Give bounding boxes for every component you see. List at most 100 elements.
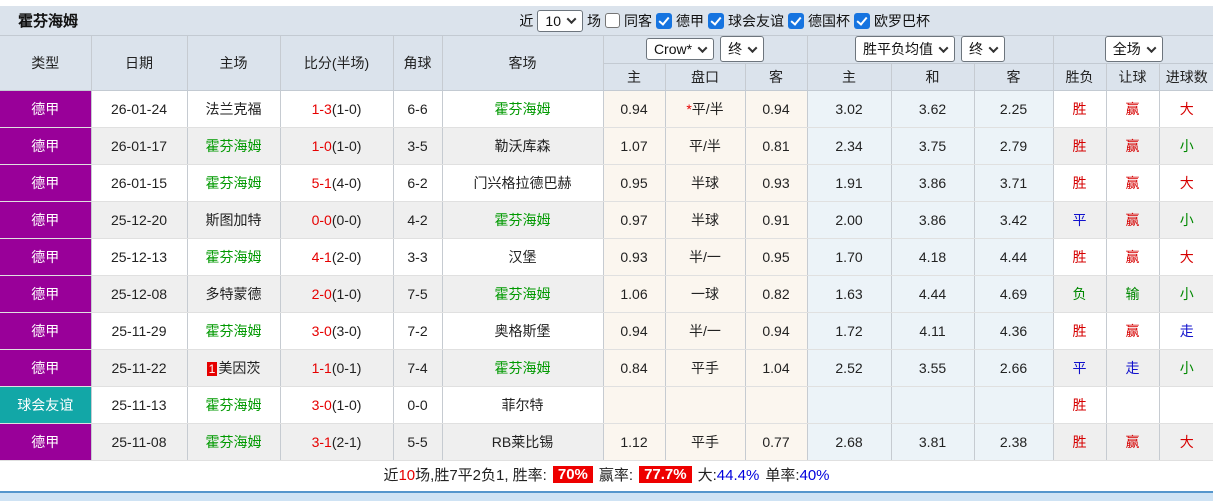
handicap-cell: 半球 — [665, 164, 746, 202]
matches-label: 场 — [587, 12, 601, 29]
goals-cell: 小 — [1159, 201, 1213, 239]
away-team-cell: 霍芬海姆 — [442, 201, 604, 239]
stats-summary: 近10场,胜7平2负1, 胜率: 70% 赢率: 77.7% 大:44.4% 单… — [0, 460, 1213, 489]
goals-cell: 大 — [1159, 423, 1213, 461]
bookmaker-select[interactable]: Crow* — [645, 38, 715, 61]
col-header-handicap-result: 让球 — [1106, 63, 1160, 91]
type-cell: 德甲 — [0, 90, 92, 128]
match-history-table: 类型 日期 主场 比分(半场) 角球 客场 Crow* 终 胜平负均值 终 全场… — [0, 36, 1213, 461]
league-checkbox-friendly[interactable] — [708, 12, 724, 29]
recent-count-select[interactable]: 10 — [537, 9, 583, 32]
odds-stage-select[interactable]: 终 — [720, 36, 765, 62]
goals-cell: 大 — [1159, 90, 1213, 128]
league-label-friendly: 球会友谊 — [728, 12, 784, 29]
date-cell: 25-11-22 — [91, 349, 188, 387]
odds-home-cell: 0.97 — [603, 201, 666, 239]
avg-home-cell: 1.70 — [807, 238, 892, 276]
league-checkbox-dfb-pokal[interactable] — [788, 12, 804, 29]
handicap-result-cell: 赢 — [1106, 312, 1160, 350]
handicap-cell: *平/半 — [665, 90, 746, 128]
col-header-odds-away: 客 — [745, 63, 808, 91]
home-team-cell: 1 美因茨 — [187, 349, 281, 387]
avg-away-cell: 4.69 — [974, 275, 1054, 313]
col-header-score: 比分(半场) — [280, 36, 394, 91]
avg-home-cell: 2.34 — [807, 127, 892, 165]
col-header-avg-home: 主 — [807, 63, 892, 91]
away-team-cell: 霍芬海姆 — [442, 90, 604, 128]
score-cell: 1-0(1-0) — [280, 127, 394, 165]
corners-cell: 0-0 — [393, 386, 443, 424]
next-section-edge — [0, 491, 1213, 501]
away-team-cell: 霍芬海姆 — [442, 275, 604, 313]
avg-type-select[interactable]: 胜平负均值 — [855, 36, 956, 62]
odd-rate: 单率:40% — [765, 467, 830, 484]
over-rate: 大:44.4% — [697, 467, 760, 484]
select-header-row: 类型 日期 主场 比分(半场) 角球 客场 Crow* 终 胜平负均值 终 全场 — [0, 36, 1213, 91]
score-cell: 3-0(3-0) — [280, 312, 394, 350]
avg-away-cell: 2.25 — [974, 90, 1054, 128]
same-venue-checkbox[interactable] — [605, 13, 620, 28]
handicap-result-cell: 走 — [1106, 349, 1160, 387]
corners-cell: 3-5 — [393, 127, 443, 165]
home-team-cell: 霍芬海姆 — [187, 312, 281, 350]
odds-away-cell — [745, 386, 808, 424]
odds-home-cell — [603, 386, 666, 424]
odds-away-cell: 0.95 — [745, 238, 808, 276]
rank-badge: 1 — [206, 361, 218, 376]
avg-home-cell: 1.72 — [807, 312, 892, 350]
type-cell: 德甲 — [0, 164, 92, 202]
handicap-cell: 平手 — [665, 423, 746, 461]
odds-away-cell: 0.93 — [745, 164, 808, 202]
league-label-dfb-pokal: 德国杯 — [808, 12, 850, 29]
home-team-cell: 霍芬海姆 — [187, 386, 281, 424]
handicap-result-cell: 赢 — [1106, 90, 1160, 128]
corners-cell: 7-4 — [393, 349, 443, 387]
avg-draw-cell: 3.81 — [891, 423, 975, 461]
avg-away-cell: 2.79 — [974, 127, 1054, 165]
result-cell: 胜 — [1053, 312, 1107, 350]
handicap-cell: 半/一 — [665, 312, 746, 350]
handicap-rate-badge: 77.7% — [639, 466, 692, 483]
date-cell: 26-01-15 — [91, 164, 188, 202]
date-cell: 25-11-13 — [91, 386, 188, 424]
score-cell: 3-1(2-1) — [280, 423, 394, 461]
corners-cell: 7-5 — [393, 275, 443, 313]
title-bar: 霍芬海姆 近 10 场 同客 德甲 球会友谊 德国杯 欧罗巴杯 — [0, 6, 1213, 36]
handicap-cell: 平手 — [665, 349, 746, 387]
odds-home-cell: 0.94 — [603, 312, 666, 350]
filter-controls: 近 10 场 同客 德甲 球会友谊 德国杯 欧罗巴杯 — [519, 9, 930, 32]
avg-stage-select[interactable]: 终 — [961, 36, 1006, 62]
col-header-odds-home: 主 — [603, 63, 666, 91]
result-cell: 平 — [1053, 201, 1107, 239]
home-team-cell: 斯图加特 — [187, 201, 281, 239]
avg-draw-cell: 3.62 — [891, 90, 975, 128]
league-checkbox-bundesliga[interactable] — [656, 12, 672, 29]
score-cell: 2-0(1-0) — [280, 275, 394, 313]
score-cell: 1-1(0-1) — [280, 349, 394, 387]
odds-away-cell: 0.91 — [745, 201, 808, 239]
chevron-down-icon — [566, 14, 577, 25]
goals-cell: 大 — [1159, 164, 1213, 202]
date-cell: 25-12-08 — [91, 275, 188, 313]
home-team-cell: 多特蒙德 — [187, 275, 281, 313]
handicap-result-cell: 赢 — [1106, 164, 1160, 202]
type-cell: 德甲 — [0, 127, 92, 165]
match-row: 德甲 26-01-15 霍芬海姆 5-1(4-0) 6-2 门兴格拉德巴赫 0.95 半球 0.… — [0, 164, 1213, 202]
col-header-goals: 进球数 — [1159, 63, 1213, 91]
odds-home-cell: 1.12 — [603, 423, 666, 461]
result-cell: 平 — [1053, 349, 1107, 387]
handicap-cell: 平/半 — [665, 127, 746, 165]
scope-select[interactable]: 全场 — [1104, 36, 1163, 62]
away-team-cell: 汉堡 — [442, 238, 604, 276]
chevron-down-icon — [747, 42, 758, 53]
handicap-result-cell — [1106, 386, 1160, 424]
result-cell: 胜 — [1053, 238, 1107, 276]
match-history-panel: 霍芬海姆 近 10 场 同客 德甲 球会友谊 德国杯 欧罗巴杯 类型 日期 主场… — [0, 0, 1213, 501]
avg-home-cell — [807, 386, 892, 424]
corners-cell: 6-6 — [393, 90, 443, 128]
home-team-cell: 霍芬海姆 — [187, 127, 281, 165]
league-checkbox-europa[interactable] — [854, 12, 870, 29]
avg-home-cell: 3.02 — [807, 90, 892, 128]
avg-away-cell: 2.38 — [974, 423, 1054, 461]
handicap-result-cell: 赢 — [1106, 201, 1160, 239]
